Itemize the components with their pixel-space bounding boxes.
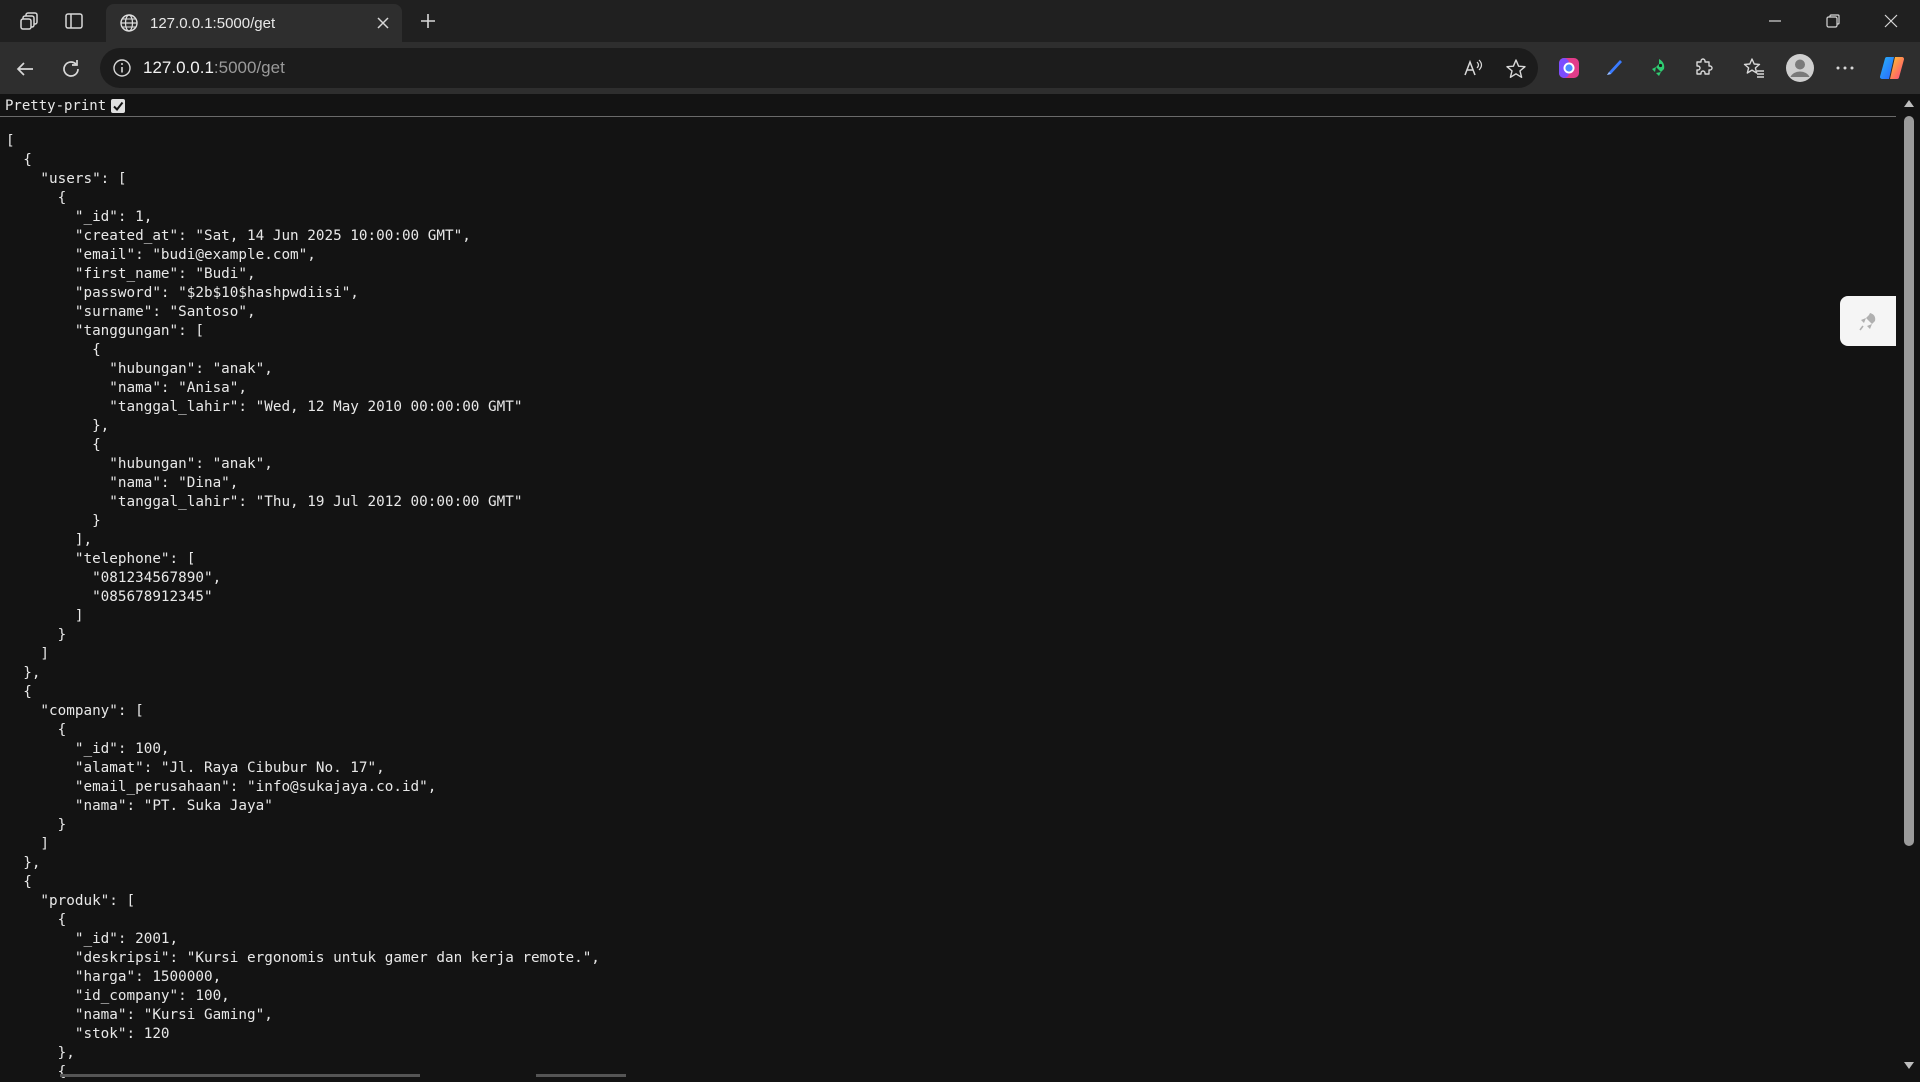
url-path: :5000/get <box>213 58 285 77</box>
pretty-print-label: Pretty-print <box>5 98 107 114</box>
horizontal-scroll-segment <box>536 1074 626 1077</box>
scrollbar-thumb[interactable] <box>1904 116 1914 846</box>
back-arrow-icon[interactable] <box>8 52 42 86</box>
info-icon[interactable] <box>110 56 134 80</box>
workspaces-icon[interactable] <box>16 8 44 34</box>
refresh-icon[interactable] <box>54 52 88 86</box>
floating-sidebar-button[interactable] <box>1840 296 1896 346</box>
read-aloud-icon[interactable] <box>1460 56 1486 82</box>
url-text[interactable]: 127.0.0.1:5000/get <box>143 58 285 78</box>
profile-icon[interactable] <box>1784 52 1816 84</box>
close-icon[interactable] <box>1862 0 1920 42</box>
page-content: Pretty-print [ { "users": [ { "_id": 1, … <box>0 94 1920 1080</box>
url-host: 127.0.0.1 <box>143 58 214 77</box>
puzzle-icon[interactable] <box>1688 52 1720 84</box>
scroll-down-icon[interactable] <box>1903 1060 1915 1070</box>
horizontal-scroll-track <box>60 1074 420 1077</box>
globe-icon <box>118 12 140 34</box>
close-icon[interactable] <box>370 10 396 36</box>
toolbar: 127.0.0.1:5000/get <box>0 42 1920 94</box>
copilot-icon[interactable] <box>1876 52 1908 84</box>
tab-actions-icon[interactable] <box>60 8 88 34</box>
pretty-print-checkbox[interactable] <box>111 99 126 113</box>
tab-bar: 127.0.0.1:5000/get <box>0 0 1920 42</box>
divider <box>0 116 1896 117</box>
pretty-print-control[interactable]: Pretty-print <box>5 96 126 116</box>
rocket-extension-icon[interactable] <box>1643 52 1675 84</box>
plus-icon[interactable] <box>414 8 442 34</box>
json-response-body: [ { "users": [ { "_id": 1, "created_at":… <box>6 133 600 1080</box>
restore-icon[interactable] <box>1804 0 1862 42</box>
extension-color-icon[interactable] <box>1553 52 1585 84</box>
pen-extension-icon[interactable] <box>1598 52 1630 84</box>
minimize-icon[interactable] <box>1746 0 1804 42</box>
tab-title: 127.0.0.1:5000/get <box>150 14 276 32</box>
more-icon[interactable] <box>1829 52 1861 84</box>
check-icon <box>113 101 124 112</box>
active-tab[interactable]: 127.0.0.1:5000/get <box>106 4 402 42</box>
vertical-scrollbar[interactable] <box>1898 94 1920 1080</box>
star-icon[interactable] <box>1503 56 1529 82</box>
scroll-up-icon[interactable] <box>1903 98 1915 108</box>
address-bar[interactable]: 127.0.0.1:5000/get <box>100 48 1538 88</box>
favorites-icon[interactable] <box>1738 52 1770 84</box>
rocket-icon <box>1859 313 1876 331</box>
